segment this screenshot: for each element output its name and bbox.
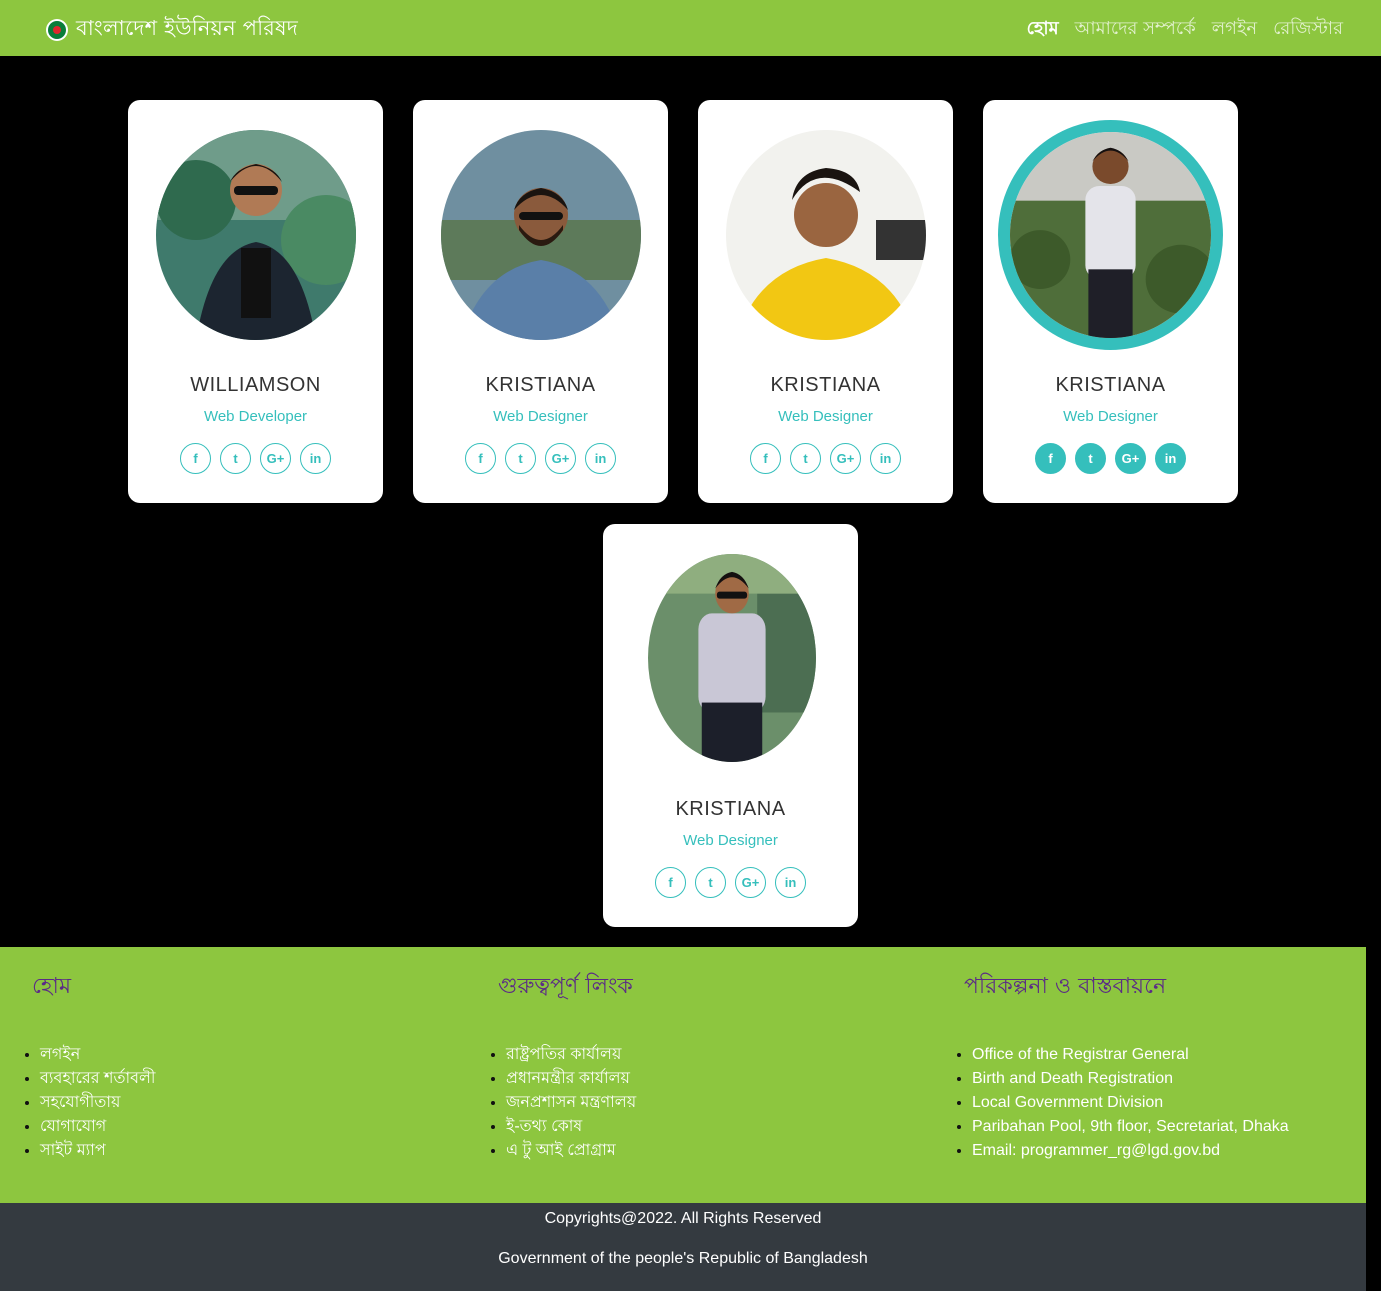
twitter-icon[interactable]: t bbox=[695, 867, 726, 898]
member-role: Web Designer bbox=[493, 408, 588, 425]
facebook-icon[interactable]: f bbox=[180, 443, 211, 474]
footer-link[interactable]: Local Government Division bbox=[972, 1091, 1289, 1115]
social-links: f t G+ in bbox=[603, 867, 858, 898]
footer-link[interactable]: রাষ্ট্রপতির কার্যালয় bbox=[506, 1043, 636, 1067]
member-name: KRISTIANA bbox=[770, 374, 881, 396]
nav-home[interactable]: হোম bbox=[1027, 14, 1059, 45]
social-links: f t G+ in bbox=[698, 443, 953, 474]
nav-register[interactable]: রেজিস্টার bbox=[1273, 14, 1343, 45]
footer-list: রাষ্ট্রপতির কার্যালয় প্রধানমন্ত্রীর কার… bbox=[488, 1043, 636, 1163]
profile-photo bbox=[648, 554, 816, 762]
profile-photo bbox=[998, 120, 1223, 350]
bangladesh-emblem-icon bbox=[46, 18, 68, 41]
linkedin-icon[interactable]: in bbox=[870, 443, 901, 474]
nav-login[interactable]: লগইন bbox=[1212, 14, 1257, 45]
footer-list: লগইন ব্যবহারের শর্তাবলী সহযোগীতায় যোগায… bbox=[22, 1043, 156, 1163]
social-links: f t G+ in bbox=[413, 443, 668, 474]
footer-link[interactable]: প্রধানমন্ত্রীর কার্যালয় bbox=[506, 1067, 636, 1091]
footer-email-link[interactable]: Email: programmer_rg@lgd.gov.bd bbox=[972, 1139, 1289, 1163]
brand-title: বাংলাদেশ ইউনিয়ন পরিষদ bbox=[76, 16, 298, 40]
facebook-icon[interactable]: f bbox=[655, 867, 686, 898]
footer-link[interactable]: ই-তথ্য কোষ bbox=[506, 1115, 636, 1139]
member-role: Web Designer bbox=[683, 832, 778, 849]
profile-photo bbox=[156, 130, 356, 340]
government-text: Government of the people's Republic of B… bbox=[498, 1250, 868, 1267]
google-plus-icon[interactable]: G+ bbox=[1115, 443, 1146, 474]
team-card: KRISTIANA Web Designer f t G+ in bbox=[413, 100, 668, 503]
profile-photo bbox=[726, 130, 926, 340]
footer-link[interactable]: লগইন bbox=[40, 1043, 156, 1067]
footer-link[interactable]: Birth and Death Registration bbox=[972, 1067, 1289, 1091]
facebook-icon[interactable]: f bbox=[1035, 443, 1066, 474]
footer-list: Office of the Registrar General Birth an… bbox=[954, 1043, 1289, 1163]
member-name: KRISTIANA bbox=[1055, 374, 1166, 396]
member-role: Web Designer bbox=[1063, 408, 1158, 425]
member-name: KRISTIANA bbox=[675, 798, 786, 820]
member-role: Web Designer bbox=[778, 408, 873, 425]
linkedin-icon[interactable]: in bbox=[585, 443, 616, 474]
footer: হোম লগইন ব্যবহারের শর্তাবলী সহযোগীতায় য… bbox=[0, 947, 1366, 1203]
footer-link[interactable]: সাইট ম্যাপ bbox=[40, 1139, 156, 1163]
member-name: KRISTIANA bbox=[485, 374, 596, 396]
facebook-icon[interactable]: f bbox=[465, 443, 496, 474]
team-card: KRISTIANA Web Designer f t G+ in bbox=[698, 100, 953, 503]
brand[interactable]: বাংলাদেশ ইউনিয়ন পরিষদ bbox=[46, 12, 298, 47]
linkedin-icon[interactable]: in bbox=[1155, 443, 1186, 474]
footer-link[interactable]: ব্যবহারের শর্তাবলী bbox=[40, 1067, 156, 1091]
footer-heading: হোম bbox=[32, 974, 72, 999]
footer-heading: পরিকল্পনা ও বাস্তবায়নে bbox=[964, 974, 1167, 999]
twitter-icon[interactable]: t bbox=[505, 443, 536, 474]
footer-link[interactable]: এ টু আই প্রোগ্রাম bbox=[506, 1139, 636, 1163]
google-plus-icon[interactable]: G+ bbox=[260, 443, 291, 474]
profile-photo bbox=[441, 130, 641, 340]
member-role: Web Developer bbox=[203, 408, 308, 425]
team-card: KRISTIANA Web Designer f t G+ in bbox=[603, 524, 858, 927]
nav-links: হোম আমাদের সম্পর্কে লগইন রেজিস্টার bbox=[1027, 14, 1343, 45]
footer-link[interactable]: যোগাযোগ bbox=[40, 1115, 156, 1139]
twitter-icon[interactable]: t bbox=[1075, 443, 1106, 474]
google-plus-icon[interactable]: G+ bbox=[735, 867, 766, 898]
top-navbar: বাংলাদেশ ইউনিয়ন পরিষদ হোম আমাদের সম্পর্… bbox=[0, 0, 1381, 56]
footer-link[interactable]: জনপ্রশাসন মন্ত্রণালয় bbox=[506, 1091, 636, 1115]
footer-link[interactable]: সহযোগীতায় bbox=[40, 1091, 156, 1115]
member-name: WILLIAMSON bbox=[190, 374, 321, 396]
copyright-text: Copyrights@2022. All Rights Reserved bbox=[544, 1210, 822, 1227]
twitter-icon[interactable]: t bbox=[220, 443, 251, 474]
facebook-icon[interactable]: f bbox=[750, 443, 781, 474]
footer-link[interactable]: Office of the Registrar General bbox=[972, 1043, 1289, 1067]
linkedin-icon[interactable]: in bbox=[300, 443, 331, 474]
team-card: WILLIAMSON Web Developer f t G+ in bbox=[128, 100, 383, 503]
nav-about[interactable]: আমাদের সম্পর্কে bbox=[1075, 14, 1196, 45]
footer-text: Paribahan Pool, 9th floor, Secretariat, … bbox=[972, 1115, 1289, 1139]
copyright-bar: Copyrights@2022. All Rights Reserved Gov… bbox=[0, 1203, 1366, 1291]
linkedin-icon[interactable]: in bbox=[775, 867, 806, 898]
social-links: f t G+ in bbox=[128, 443, 383, 474]
team-card: KRISTIANA Web Designer f t G+ in bbox=[983, 100, 1238, 503]
google-plus-icon[interactable]: G+ bbox=[545, 443, 576, 474]
footer-heading: গুরুত্বপূর্ণ লিংক bbox=[498, 974, 633, 999]
social-links: f t G+ in bbox=[983, 443, 1238, 474]
twitter-icon[interactable]: t bbox=[790, 443, 821, 474]
google-plus-icon[interactable]: G+ bbox=[830, 443, 861, 474]
